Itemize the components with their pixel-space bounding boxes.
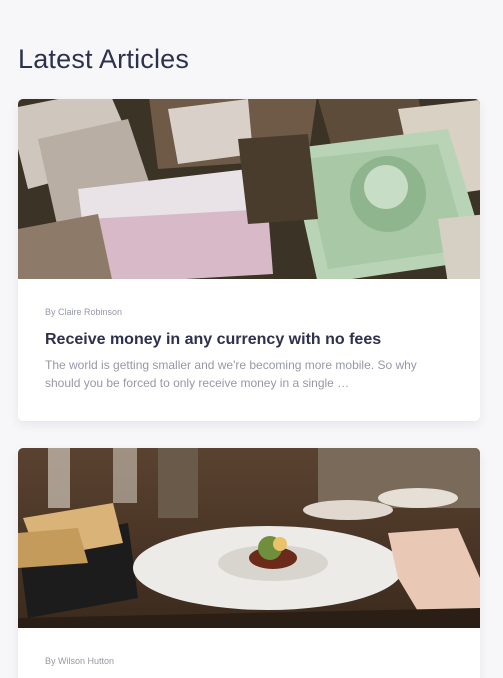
article-card[interactable]: By Wilson Hutton	[18, 448, 480, 678]
page: Latest Articles By Claire Robinson Recei…	[0, 0, 503, 678]
article-author: By Claire Robinson	[45, 307, 123, 317]
article-card[interactable]: By Claire Robinson Receive money in any …	[18, 99, 480, 421]
article-image-restaurant[interactable]	[18, 448, 480, 628]
article-author: By Wilson Hutton	[45, 656, 115, 666]
card-body: By Claire Robinson Receive money in any …	[18, 307, 480, 392]
card-body: By Wilson Hutton	[18, 656, 480, 666]
section-title: Latest Articles	[18, 44, 190, 74]
article-excerpt: The world is getting smaller and we're b…	[45, 358, 417, 390]
article-image-currency[interactable]	[18, 99, 480, 279]
article-title[interactable]: Receive money in any currency with no fe…	[45, 330, 453, 350]
